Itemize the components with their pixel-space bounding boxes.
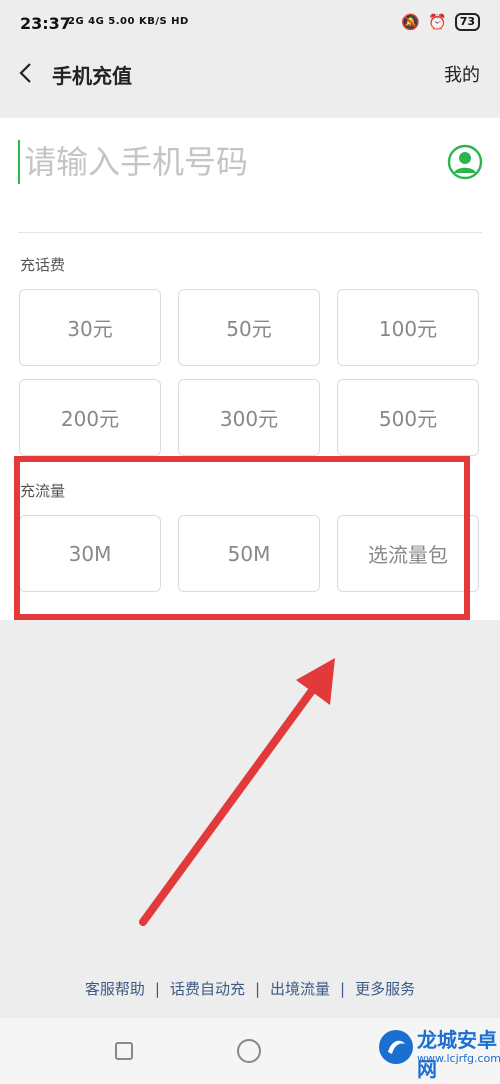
watermark-url: www.lcjrfg.com	[417, 1052, 500, 1065]
mute-icon: 🔕	[401, 13, 420, 31]
my-button[interactable]: 我的	[444, 61, 480, 87]
separator: |	[154, 980, 160, 998]
alarm-icon: ⏰	[428, 13, 447, 31]
footer-link[interactable]: 话费自动充	[170, 980, 245, 998]
footer-link[interactable]: 客服帮助	[85, 980, 145, 998]
footer-link[interactable]: 出境流量	[270, 980, 330, 998]
battery-icon: 73	[454, 13, 480, 31]
recharge-option[interactable]: 50元	[178, 289, 320, 366]
data-pack-option[interactable]: 选流量包	[337, 515, 479, 592]
footer-links: 客服帮助 | 话费自动充 | 出境流量 | 更多服务	[0, 978, 500, 999]
recharge-option[interactable]: 200元	[19, 379, 161, 456]
back-icon[interactable]	[14, 58, 38, 88]
recharge-card: 充话费 30元 50元 100元 200元 300元 500元 充流量 30M …	[0, 118, 500, 620]
text-cursor	[18, 140, 20, 184]
data-plan-label: 充流量	[20, 482, 66, 500]
watermark: 龙城安卓网 www.lcjrfg.com	[375, 1022, 500, 1082]
watermark-logo-icon	[379, 1030, 413, 1064]
divider	[18, 232, 482, 233]
data-option[interactable]: 50M	[178, 515, 320, 592]
separator: |	[340, 980, 346, 998]
recharge-option[interactable]: 500元	[337, 379, 479, 456]
home-icon[interactable]	[237, 1039, 261, 1063]
recharge-label: 充话费	[20, 256, 66, 274]
phone-row	[0, 118, 500, 233]
status-icons: 🔕 ⏰ 73	[401, 13, 480, 31]
separator: |	[254, 980, 261, 998]
recharge-option[interactable]: 100元	[337, 289, 479, 366]
recent-apps-icon[interactable]	[115, 1042, 133, 1060]
status-bar: 23:37 2G 4G 5.00 KB/S HD 🔕 ⏰ 73	[0, 0, 500, 48]
recharge-option[interactable]: 30元	[19, 289, 161, 366]
network-indicator: 2G 4G 5.00 KB/S HD	[68, 16, 189, 27]
contact-icon[interactable]	[447, 144, 483, 180]
status-time: 23:37	[20, 14, 71, 33]
page-title: 手机充值	[52, 64, 132, 88]
nav-bar: 手机充值 我的	[0, 48, 500, 100]
footer-link[interactable]: 更多服务	[355, 980, 415, 998]
data-option[interactable]: 30M	[19, 515, 161, 592]
recharge-option[interactable]: 300元	[178, 379, 320, 456]
phone-input[interactable]	[24, 138, 424, 186]
